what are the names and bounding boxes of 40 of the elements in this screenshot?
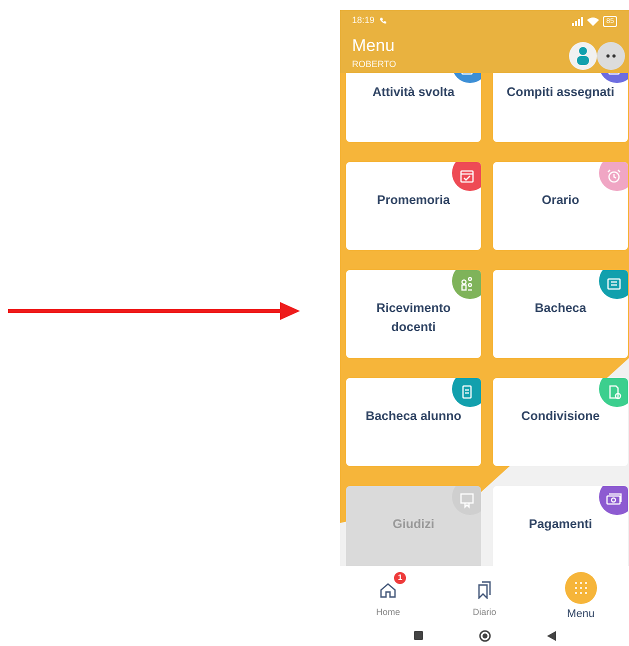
nav-tab[interactable]: Menu: [532, 566, 629, 625]
bookmarks-icon: [476, 581, 492, 599]
menu-tile[interactable]: Pagamenti: [493, 486, 628, 566]
more-icon: [606, 54, 616, 58]
tile-label: Bacheca alunno: [364, 408, 462, 425]
recent-apps-icon[interactable]: [414, 631, 422, 640]
menu-tile[interactable]: Promemoria: [346, 162, 481, 250]
tile-label: Promemoria: [376, 192, 451, 209]
person-icon: [577, 47, 589, 65]
screen-title: Menu: [352, 36, 396, 56]
menu-tile[interactable]: Condivisione: [493, 378, 628, 466]
tile-label: Ricevimento docenti: [375, 300, 452, 336]
phone-icon: [378, 17, 387, 25]
tile-label: Attività svolta: [372, 84, 456, 101]
menu-tile[interactable]: Compiti assegnati: [493, 73, 628, 142]
notification-badge: 1: [394, 572, 406, 584]
menu-tile[interactable]: Orario: [493, 162, 628, 250]
menu-tile[interactable]: Ricevimento docenti: [346, 270, 481, 358]
tile-label: Pagamenti: [528, 516, 594, 533]
status-time: 18:19: [352, 14, 375, 28]
user-name: ROBERTO: [352, 58, 398, 70]
menu-tile[interactable]: Bacheca: [493, 270, 628, 358]
menu-tile[interactable]: Bacheca alunno: [346, 378, 481, 466]
menu-tile[interactable]: Attività svolta: [346, 73, 481, 142]
tile-label: Orario: [540, 192, 580, 209]
tile-label: Bacheca: [534, 300, 588, 317]
tile-label: Condivisione: [520, 408, 601, 425]
grid-icon: [574, 581, 588, 595]
wifi-icon: [587, 16, 600, 26]
home-icon: [379, 581, 398, 599]
nav-tab[interactable]: Diario: [436, 566, 533, 625]
tile-label: Giudizi: [392, 516, 436, 533]
back-icon[interactable]: [546, 630, 556, 640]
home-circle-icon[interactable]: [478, 630, 490, 642]
certificate-icon: [458, 491, 476, 509]
signal-icon: [571, 16, 584, 26]
alarm-clock-icon: [605, 167, 623, 185]
tile-label: Compiti assegnati: [506, 84, 616, 101]
more-button[interactable]: [597, 42, 625, 70]
nav-tab[interactable]: 1 Home: [340, 566, 436, 625]
